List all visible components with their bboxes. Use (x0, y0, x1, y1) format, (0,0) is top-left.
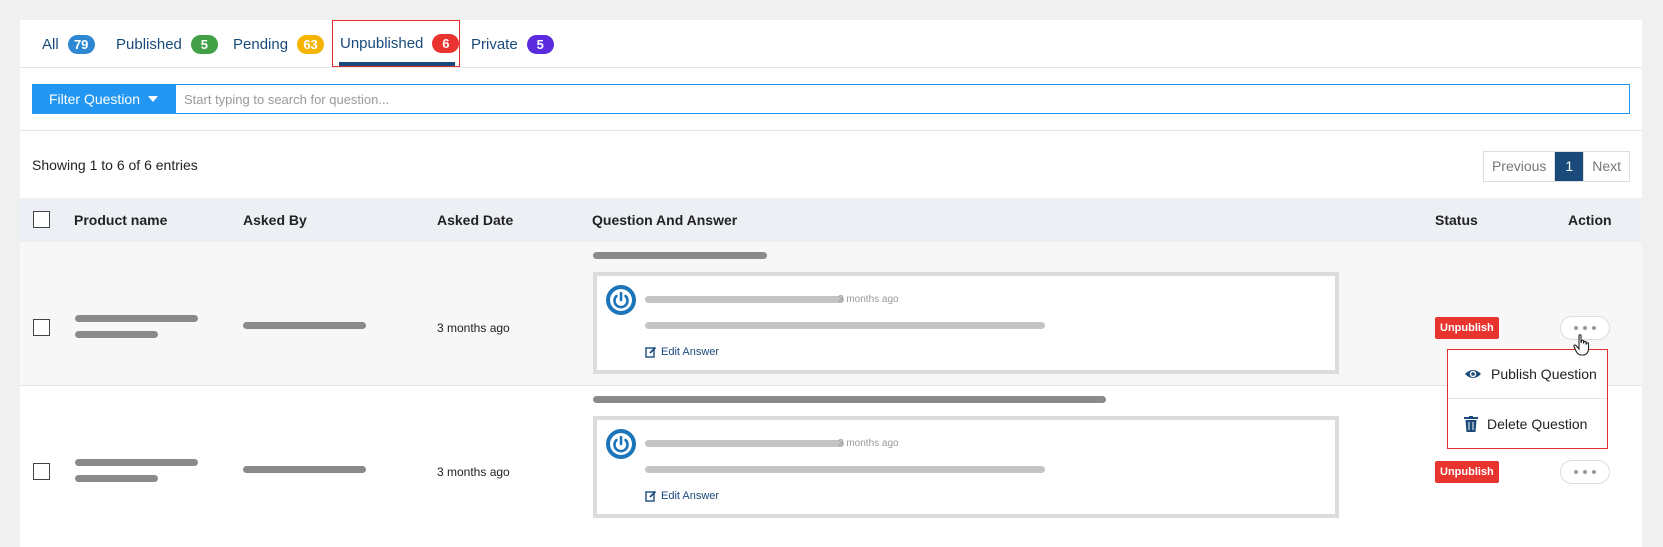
header-status: Status (1435, 212, 1478, 228)
table-row: 3 months ago 3 months ago Edit Answer Un… (20, 242, 1642, 386)
question-text-placeholder (593, 396, 1106, 403)
count-badge: 5 (526, 34, 554, 54)
tab-label: All (42, 35, 59, 53)
action-dropdown-menu: Publish Question Delete Question (1447, 349, 1608, 449)
row-checkbox[interactable] (33, 463, 50, 480)
tab-pending[interactable]: Pending 63 (233, 20, 325, 68)
answer-time: 3 months ago (838, 438, 899, 449)
row-checkbox[interactable] (33, 319, 50, 336)
asked-date: 3 months ago (437, 321, 510, 335)
tab-label: Pending (233, 35, 289, 53)
edit-answer-link[interactable]: Edit Answer (645, 490, 719, 502)
product-name-placeholder (75, 331, 158, 338)
header-product-name: Product name (74, 212, 168, 228)
count-badge: 5 (190, 34, 218, 54)
tab-label: Published (116, 35, 182, 53)
question-text-placeholder (593, 252, 767, 259)
filter-question-button[interactable]: Filter Question (32, 84, 175, 114)
count-badge: 63 (297, 34, 325, 54)
header-asked-by: Asked By (243, 212, 307, 228)
answerer-name-placeholder (645, 440, 844, 447)
eye-icon (1465, 370, 1481, 378)
edit-answer-label: Edit Answer (661, 346, 720, 358)
tab-published[interactable]: Published 5 (116, 20, 218, 68)
caret-down-icon (148, 96, 159, 102)
answer-box: 3 months ago Edit Answer (593, 272, 1339, 374)
status-badge: Unpublish (1435, 461, 1499, 483)
entries-info: Showing 1 to 6 of 6 entries (32, 157, 198, 173)
question-search-input[interactable] (175, 84, 1630, 114)
active-tab-indicator (339, 62, 455, 66)
status-badge: Unpublish (1435, 317, 1499, 339)
delete-question-menu-item[interactable]: Delete Question (1448, 399, 1607, 448)
select-all-checkbox[interactable] (33, 211, 50, 228)
filter-bar: Filter Question (32, 84, 1630, 114)
answer-time: 3 months ago (838, 294, 899, 305)
header-action: Action (1568, 212, 1612, 228)
delete-question-label: Delete Question (1487, 415, 1588, 432)
product-name-placeholder (75, 475, 158, 482)
filter-button-label: Filter Question (48, 91, 141, 107)
answer-box: 3 months ago Edit Answer (593, 416, 1339, 518)
tab-all[interactable]: All 79 (42, 20, 95, 68)
next-page-button[interactable]: Next (1583, 152, 1629, 181)
asked-date: 3 months ago (437, 465, 510, 479)
power-icon (606, 429, 636, 459)
product-name-placeholder (75, 315, 198, 322)
edit-icon (645, 490, 657, 502)
product-name-placeholder (75, 459, 198, 466)
pagination: Previous 1 Next (1482, 151, 1630, 182)
tab-private[interactable]: Private 5 (471, 20, 554, 68)
edit-answer-label: Edit Answer (661, 490, 720, 502)
edit-answer-link[interactable]: Edit Answer (645, 346, 719, 358)
table-header: Product name Asked By Asked Date Questio… (20, 198, 1642, 242)
tab-unpublished[interactable]: Unpublished 6 (332, 20, 460, 67)
previous-page-button[interactable]: Previous (1484, 152, 1556, 181)
ellipsis-icon[interactable] (1560, 460, 1610, 484)
header-asked-date: Asked Date (437, 212, 514, 228)
trash-icon (1464, 415, 1478, 432)
power-icon (606, 285, 636, 315)
questions-panel: All 79 Published 5 Pending 63 Unpublishe… (20, 20, 1642, 547)
asked-by-placeholder (243, 322, 366, 329)
publish-question-label: Publish Question (1491, 366, 1597, 382)
publish-question-menu-item[interactable]: Publish Question (1448, 350, 1607, 399)
tab-label: Unpublished (340, 35, 424, 52)
count-badge: 6 (432, 34, 460, 53)
table-row: 3 months ago 3 months ago Edit Answer Un… (20, 386, 1642, 530)
edit-icon (645, 346, 657, 358)
page-1-button[interactable]: 1 (1555, 152, 1584, 181)
answer-text-placeholder (645, 322, 1045, 329)
divider (20, 130, 1642, 131)
header-question-answer: Question And Answer (592, 212, 738, 228)
hand-cursor-icon (1573, 334, 1590, 356)
count-badge: 79 (67, 34, 95, 54)
status-tabs: All 79 Published 5 Pending 63 Unpublishe… (20, 20, 1642, 68)
asked-by-placeholder (243, 466, 366, 473)
answer-text-placeholder (645, 466, 1045, 473)
answerer-name-placeholder (645, 296, 844, 303)
tab-label: Private (471, 35, 518, 53)
